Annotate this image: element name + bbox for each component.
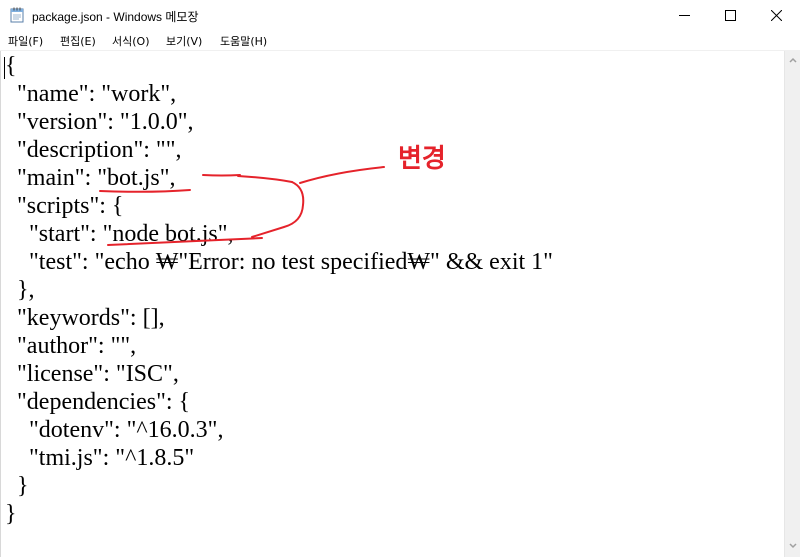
code-line: "author": "",	[5, 333, 137, 359]
vertical-scrollbar[interactable]	[784, 51, 800, 557]
code-line: "keywords": [],	[5, 305, 165, 331]
close-button[interactable]	[754, 0, 800, 31]
notepad-window: package.json - Windows 메모장 파일(F) 편집(E) 서…	[0, 0, 800, 557]
menu-view[interactable]: 보기(V)	[166, 33, 202, 49]
code-line: "version": "1.0.0",	[5, 109, 194, 135]
menu-bar: 파일(F) 편집(E) 서식(O) 보기(V) 도움말(H)	[0, 31, 800, 51]
scroll-down-icon[interactable]	[788, 541, 798, 551]
notepad-icon	[10, 7, 24, 23]
minimize-icon	[679, 15, 690, 16]
code-line: "name": "work",	[5, 81, 177, 107]
code-line: "start": "node bot.js",	[5, 221, 234, 247]
maximize-icon	[725, 10, 736, 21]
title-bar[interactable]: package.json - Windows 메모장	[0, 0, 800, 31]
code-line: "main": "bot.js",	[5, 165, 176, 191]
code-line: "dotenv": "^16.0.3",	[5, 417, 224, 443]
menu-help[interactable]: 도움말(H)	[220, 33, 267, 49]
code-line: "dependencies": {	[5, 389, 191, 415]
code-line: "tmi.js": "^1.8.5"	[5, 445, 195, 471]
minimize-button[interactable]	[662, 0, 708, 31]
text-editor[interactable]: { "name": "work", "version": "1.0.0", "d…	[0, 51, 785, 557]
scroll-up-icon[interactable]	[788, 55, 798, 65]
annotation-label: 변경	[398, 144, 446, 174]
menu-format[interactable]: 서식(O)	[112, 33, 149, 49]
menu-file[interactable]: 파일(F)	[8, 33, 43, 49]
code-line: },	[5, 277, 35, 303]
maximize-button[interactable]	[708, 0, 754, 31]
window-title: package.json - Windows 메모장	[32, 10, 199, 24]
close-icon	[771, 10, 782, 21]
code-line: "license": "ISC",	[5, 361, 179, 387]
code-line: }	[5, 473, 29, 499]
code-line: "test": "echo ₩"Error: no test specified…	[5, 249, 553, 275]
code-line: }	[5, 501, 17, 527]
menu-edit[interactable]: 편집(E)	[60, 33, 96, 49]
code-line: "description": "",	[5, 137, 182, 163]
code-line: "scripts": {	[5, 193, 124, 219]
code-line: {	[5, 53, 17, 79]
